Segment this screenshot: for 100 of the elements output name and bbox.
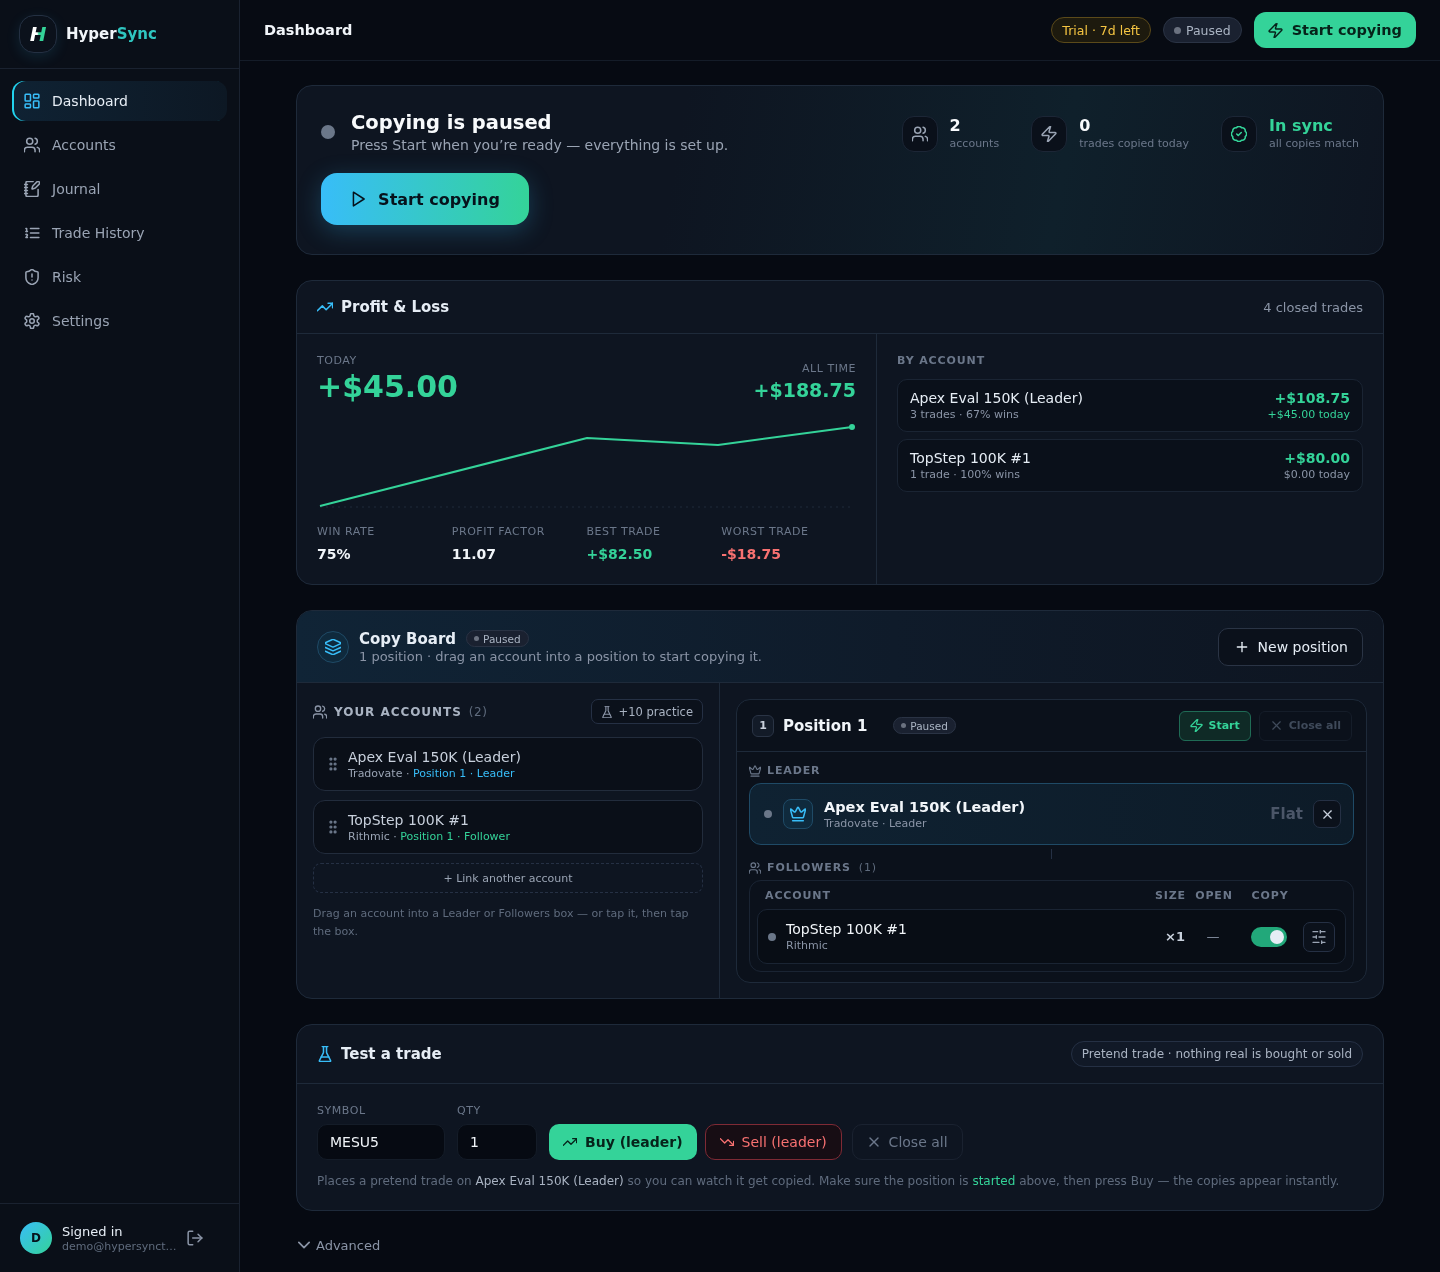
connector-line xyxy=(1051,849,1052,859)
metric-label: BEST TRADE xyxy=(586,525,662,538)
follower-count: (1) xyxy=(858,861,878,874)
column-header: COPY xyxy=(1250,888,1290,902)
advanced-toggle[interactable]: Advanced xyxy=(298,1236,381,1254)
help-text: Drag an account into a Leader or Followers box — or tap it, then tap the box. xyxy=(313,906,690,940)
account-card[interactable]: TopStep 100K #1 Rithmic · Position 1 · Follower xyxy=(313,800,703,854)
account-stats: 1 trade · 100% wins xyxy=(910,468,1021,481)
account-today: +$45.00 today xyxy=(1267,408,1350,421)
follower-name: TopStep 100K #1 xyxy=(786,921,907,937)
account-name: TopStep 100K #1 xyxy=(910,450,1031,466)
account-total: +$80.00 xyxy=(1283,450,1350,466)
copy-toggle[interactable] xyxy=(1251,926,1287,947)
new-position-button[interactable]: New position xyxy=(1217,627,1363,666)
logo-mark: H xyxy=(19,15,57,53)
users-icon xyxy=(901,116,938,152)
account-meta: Tradovate · Position 1 · Leader xyxy=(348,766,516,780)
flask-icon xyxy=(317,1046,333,1062)
position-number: 1 xyxy=(752,714,774,737)
column-header: OPEN xyxy=(1194,888,1234,902)
sell-leader-button[interactable]: Sell (leader) xyxy=(704,1124,842,1160)
user-avatar: D xyxy=(20,1222,52,1254)
account-card[interactable]: Apex Eval 150K (Leader) Tradovate · Position 1 · Leader xyxy=(313,737,703,791)
status-text: Paused xyxy=(483,632,521,645)
account-meta: Rithmic · Position 1 · Follower xyxy=(348,829,510,843)
account-count: (2) xyxy=(468,704,488,719)
bolt-icon xyxy=(1267,22,1283,38)
nav-item[interactable]: Dashboard xyxy=(12,81,227,121)
metric-label: WORST TRADE xyxy=(721,525,810,538)
nav-item[interactable]: Risk xyxy=(12,257,227,297)
start-copying-button[interactable]: Start copying xyxy=(321,173,529,225)
follower-broker: Rithmic xyxy=(786,939,829,952)
play-icon xyxy=(350,191,367,207)
metric-value: 75% xyxy=(317,546,352,562)
account-name: Apex Eval 150K (Leader) xyxy=(910,390,1083,406)
start-copying-button[interactable]: Start copying xyxy=(1253,12,1416,48)
close-all-button[interactable]: Close all xyxy=(851,1124,963,1160)
nav-item[interactable]: Accounts xyxy=(12,125,227,165)
stat-value: 2 xyxy=(949,116,962,136)
buy-leader-button[interactable]: Buy (leader) xyxy=(549,1124,697,1160)
status-text: Paused xyxy=(910,719,948,732)
account-name: Apex Eval 150K (Leader) xyxy=(348,748,521,765)
remove-leader-button[interactable] xyxy=(1313,800,1341,828)
logout-button[interactable] xyxy=(186,1230,203,1246)
hero-subtitle: Press Start when you’re ready — everything is set up. xyxy=(351,137,729,153)
test-trade-note: Places a pretend trade on Apex Eval 150K (Leader) so you can watch it get copied. Make sure the position is started above, then press Buy — the copies appear instantly. xyxy=(317,1174,1340,1188)
trial-badge: Trial · 7d left xyxy=(1051,17,1151,43)
section-label: BY ACCOUNT xyxy=(897,354,987,367)
symbol-field[interactable]: MESU5 xyxy=(317,1124,445,1160)
leader-detail: Tradovate · Leader xyxy=(824,816,928,830)
pretend-trade-badge: Pretend trade · nothing real is bought or sold xyxy=(1070,1041,1363,1067)
today-label: TODAY xyxy=(317,354,358,367)
trend-up-icon xyxy=(563,1135,577,1149)
leader-card[interactable]: Apex Eval 150K (Leader) Tradovate · Leader Flat xyxy=(749,783,1354,845)
account-stats: 3 trades · 67% wins xyxy=(910,408,1020,421)
metric-value: 11.07 xyxy=(451,546,498,562)
card-title: Copy Board xyxy=(359,629,457,648)
chevron-down-icon xyxy=(298,1239,310,1251)
link-account-button[interactable]: + Link another account xyxy=(313,863,703,893)
users-icon xyxy=(313,704,327,719)
size-value: ×1 xyxy=(1164,929,1185,944)
users-icon xyxy=(24,137,40,153)
crown-icon xyxy=(749,764,761,777)
stat-value: 0 xyxy=(1079,116,1092,136)
logout-icon xyxy=(186,1230,203,1246)
nav-item[interactable]: Settings xyxy=(12,301,227,341)
numbered-list-icon xyxy=(24,225,40,241)
column-header: ACCOUNT xyxy=(765,888,832,902)
user-email: demo@hypersynct… xyxy=(62,1239,177,1253)
trend-down-icon xyxy=(719,1135,734,1149)
all-time-label: ALL TIME xyxy=(800,362,856,375)
settings-button[interactable] xyxy=(1303,921,1335,952)
close-icon xyxy=(1269,719,1283,732)
practice-button[interactable]: +10 practice xyxy=(590,699,703,724)
open-value: — xyxy=(1205,929,1221,944)
today-pnl: +$45.00 xyxy=(317,369,458,405)
bolt-icon xyxy=(1031,116,1068,152)
nav-item[interactable]: Trade History xyxy=(12,213,227,253)
grid-icon xyxy=(24,93,40,109)
sliders-icon xyxy=(1312,929,1326,944)
status-text: Paused xyxy=(1185,22,1231,38)
close-icon xyxy=(1320,807,1334,821)
settings-icon xyxy=(24,313,40,329)
drag-handle-icon xyxy=(328,820,338,834)
quantity-field[interactable]: 1 xyxy=(457,1124,537,1160)
crown-icon xyxy=(783,799,813,829)
account-name: TopStep 100K #1 xyxy=(348,811,470,828)
drag-handle-icon xyxy=(328,757,338,771)
hero-title: Copying is paused xyxy=(351,110,553,135)
metric-label: WIN RATE xyxy=(317,525,376,538)
flask-icon xyxy=(600,705,613,718)
account-today: $0.00 today xyxy=(1283,468,1350,481)
stat-label: trades copied today xyxy=(1079,137,1190,150)
stat-label: accounts xyxy=(949,137,1000,150)
start-button[interactable]: Start xyxy=(1178,710,1251,741)
position-title: Position 1 xyxy=(783,716,868,735)
shield-icon xyxy=(24,269,40,285)
metric-value: -$18.75 xyxy=(721,546,783,562)
bolt-icon xyxy=(1189,719,1203,732)
nav-item[interactable]: Journal xyxy=(12,169,227,209)
